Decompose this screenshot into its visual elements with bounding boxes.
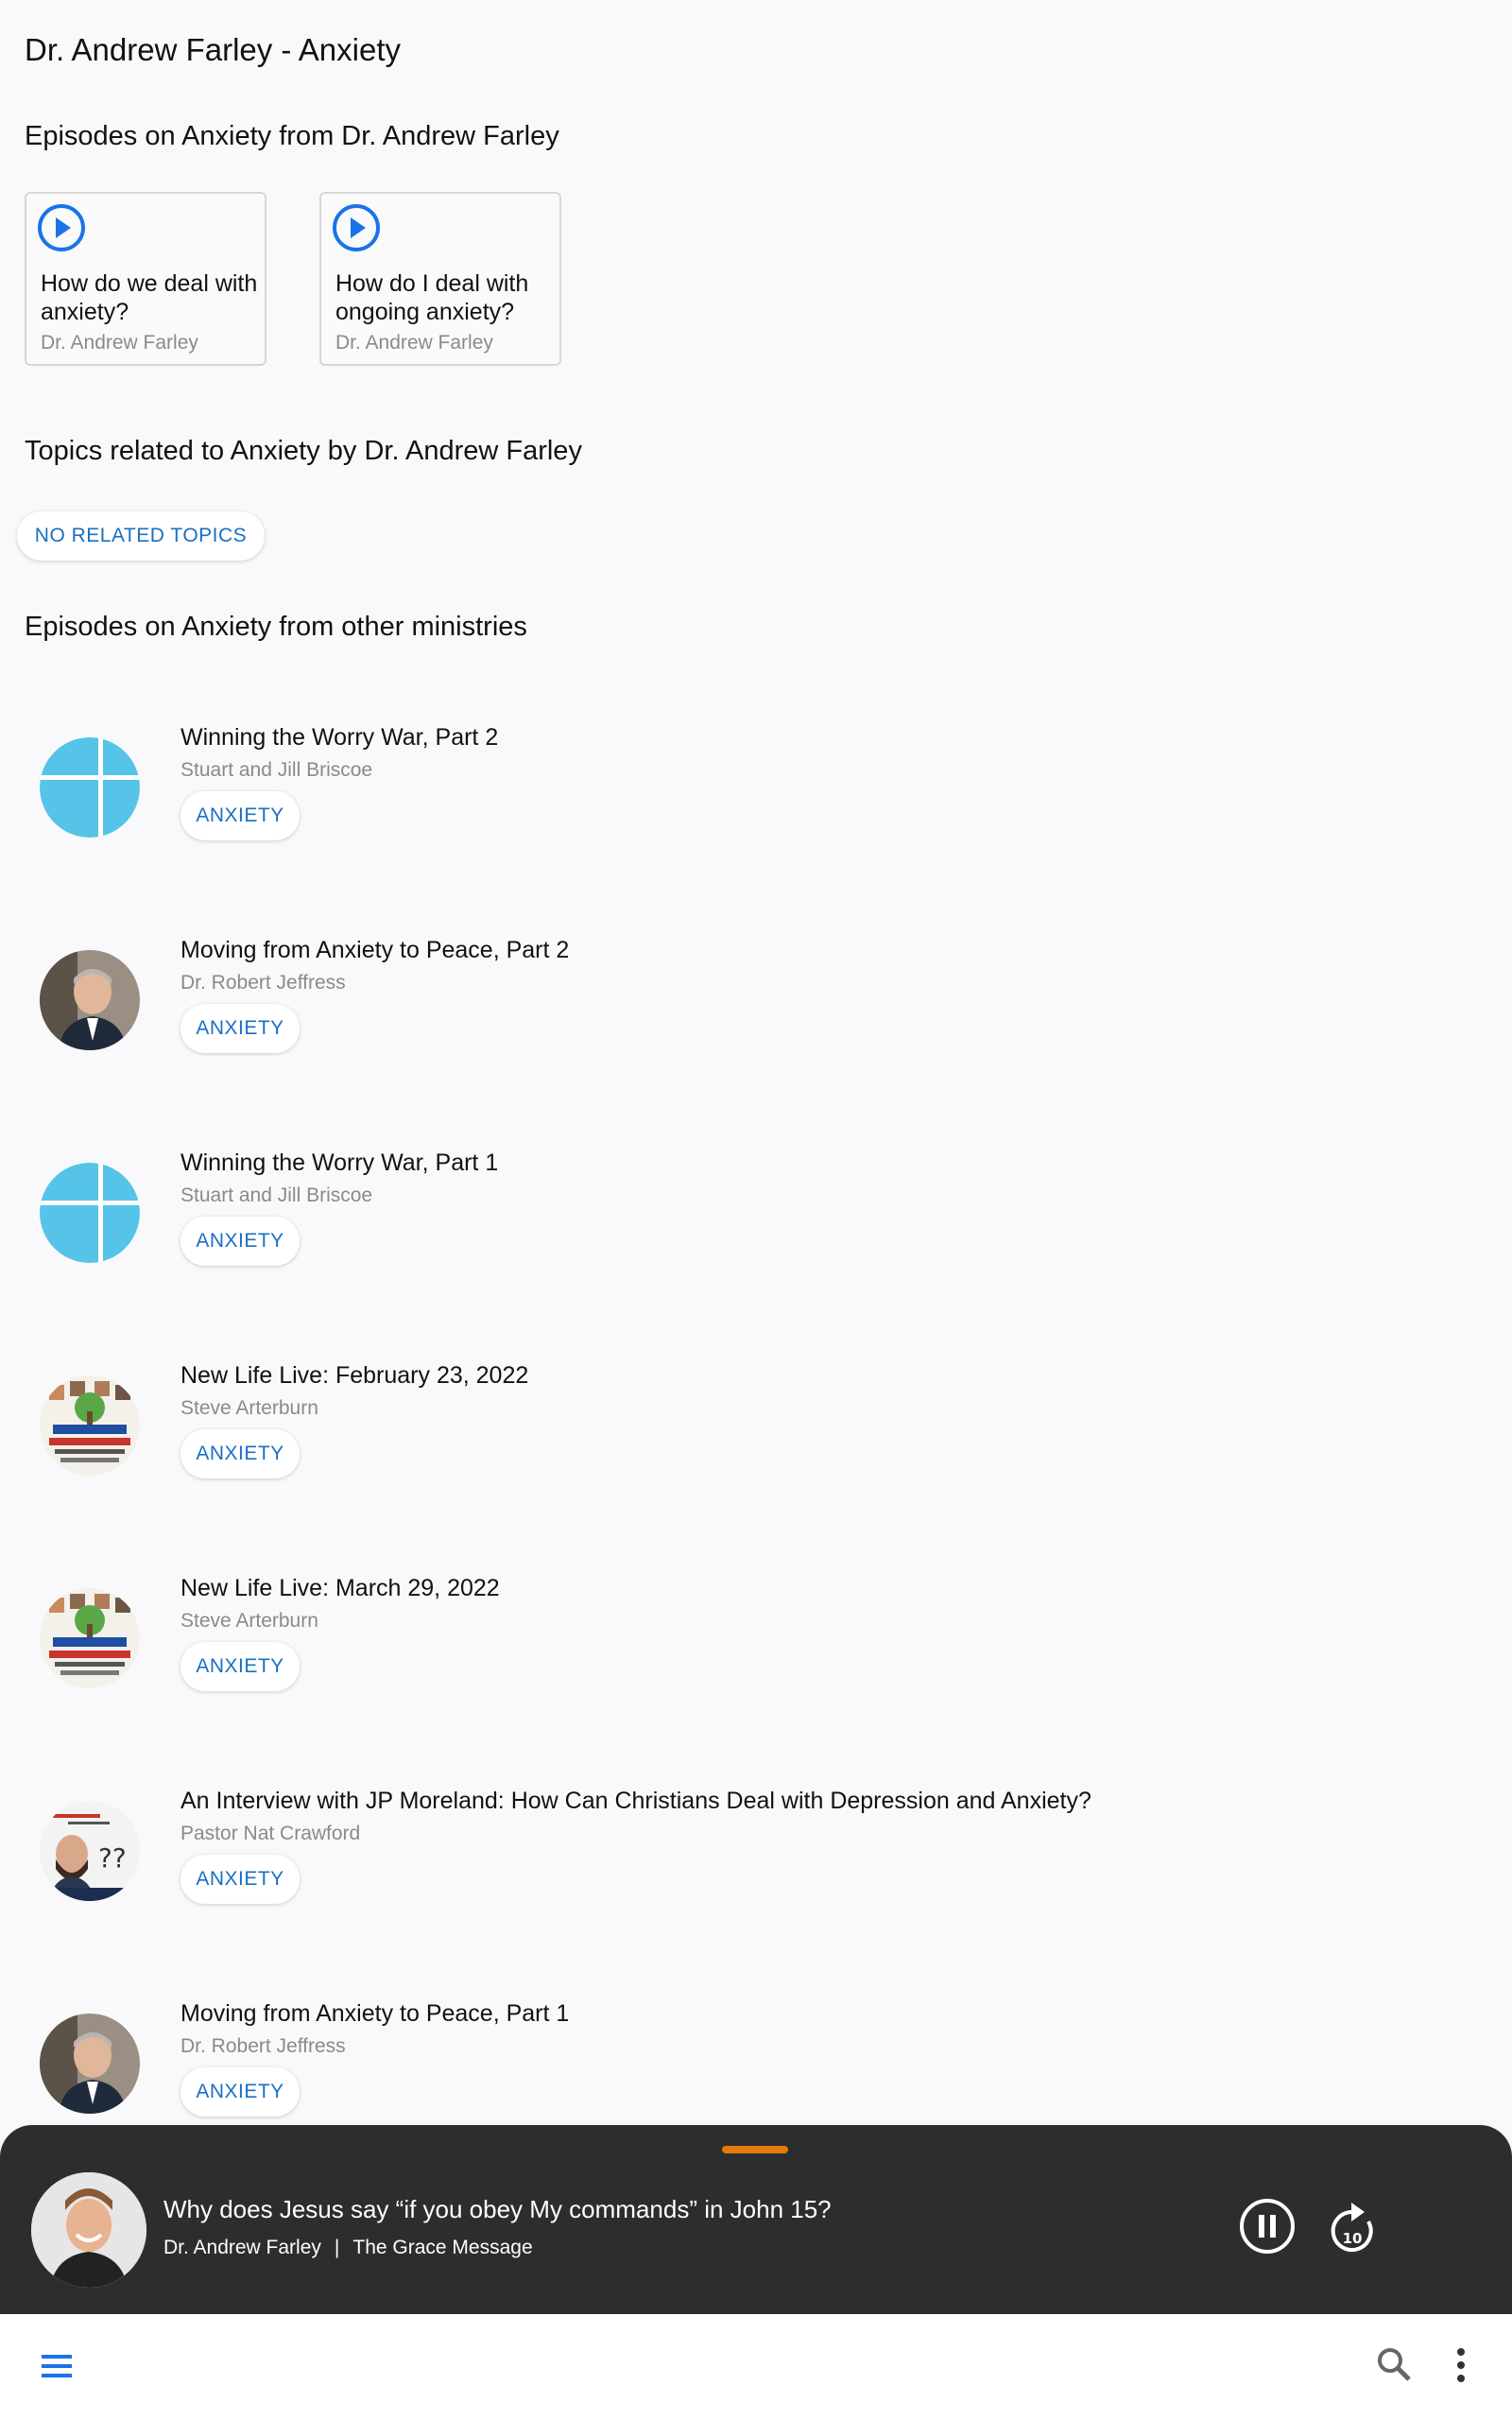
- episode-title: New Life Live: March 29, 2022: [180, 1575, 500, 1601]
- episode-author: Pastor Nat Crawford: [180, 1823, 361, 1844]
- episode-title: Winning the Worry War, Part 2: [180, 724, 499, 751]
- hard-questions-logo-icon: ??: [40, 1801, 140, 1901]
- ministry-thumbnail: [40, 737, 140, 838]
- episode-author: Stuart and Jill Briscoe: [180, 1184, 373, 1206]
- episode-card-title: How do we deal with anxiety?: [41, 270, 258, 325]
- list-item[interactable]: Winning the Worry War, Part 1 Stuart and…: [0, 1132, 1512, 1345]
- more-options-icon[interactable]: [1452, 2346, 1470, 2384]
- episode-card-author: Dr. Andrew Farley: [335, 332, 493, 354]
- speaker-portrait-icon: [31, 2172, 146, 2288]
- anxiety-tag-chip[interactable]: ANXIETY: [180, 1217, 300, 1266]
- skip-forward-10-button[interactable]: 10: [1325, 2195, 1380, 2257]
- play-circle-icon[interactable]: [37, 203, 86, 252]
- cross-logo-icon: [40, 1163, 140, 1263]
- list-item[interactable]: New Life Live: February 23, 2022 Steve A…: [0, 1345, 1512, 1558]
- episode-card-title: How do I deal with ongoing anxiety?: [335, 270, 529, 325]
- list-item[interactable]: Moving from Anxiety to Peace, Part 2 Dr.…: [0, 920, 1512, 1132]
- anxiety-tag-chip[interactable]: ANXIETY: [180, 1855, 300, 1904]
- speaker-portrait-icon: [40, 2014, 140, 2114]
- section-heading-other-ministries: Episodes on Anxiety from other ministrie…: [25, 612, 527, 642]
- newlife-logo-icon: [40, 1588, 140, 1688]
- anxiety-tag-chip[interactable]: ANXIETY: [180, 2067, 300, 2117]
- episode-author: Dr. Robert Jeffress: [180, 972, 346, 994]
- play-circle-icon[interactable]: [332, 203, 381, 252]
- anxiety-tag-chip[interactable]: ANXIETY: [180, 1004, 300, 1053]
- now-playing-artwork: [31, 2172, 146, 2288]
- episode-author: Steve Arterburn: [180, 1397, 318, 1419]
- ministry-thumbnail: ??: [40, 1801, 140, 1901]
- section-heading-speaker-episodes: Episodes on Anxiety from Dr. Andrew Farl…: [25, 121, 559, 151]
- now-playing-author: Dr. Andrew Farley: [163, 2237, 321, 2258]
- list-item[interactable]: ?? An Interview with JP Moreland: How Ca…: [0, 1771, 1512, 1983]
- player-drag-handle[interactable]: [722, 2146, 788, 2153]
- menu-icon[interactable]: [42, 2352, 76, 2380]
- anxiety-tag-chip[interactable]: ANXIETY: [180, 1642, 300, 1691]
- now-playing-title: Why does Jesus say “if you obey My comma…: [163, 2195, 832, 2223]
- episode-title: Moving from Anxiety to Peace, Part 1: [180, 2000, 570, 2027]
- pause-button[interactable]: [1238, 2197, 1297, 2256]
- speaker-portrait-icon: [40, 950, 140, 1050]
- search-icon[interactable]: [1376, 2346, 1412, 2382]
- cross-logo-icon: [40, 737, 140, 838]
- list-item[interactable]: New Life Live: March 29, 2022 Steve Arte…: [0, 1558, 1512, 1771]
- section-heading-related-topics: Topics related to Anxiety by Dr. Andrew …: [25, 436, 582, 466]
- ministry-thumbnail: [40, 2014, 140, 2114]
- episode-author: Steve Arterburn: [180, 1610, 318, 1632]
- skip-seconds-label: 10: [1343, 2230, 1363, 2247]
- anxiety-tag-chip[interactable]: ANXIETY: [180, 1429, 300, 1478]
- episode-author: Stuart and Jill Briscoe: [180, 759, 373, 781]
- episode-card-author: Dr. Andrew Farley: [41, 332, 198, 354]
- ministry-thumbnail: [40, 950, 140, 1050]
- page-title: Dr. Andrew Farley - Anxiety: [25, 32, 401, 67]
- subtitle-separator: |: [334, 2237, 340, 2258]
- list-item[interactable]: Winning the Worry War, Part 2 Stuart and…: [0, 707, 1512, 920]
- ministry-thumbnail: [40, 1375, 140, 1476]
- ministry-thumbnail: [40, 1163, 140, 1263]
- now-playing-subtitle: Dr. Andrew Farley | The Grace Message: [163, 2237, 533, 2259]
- episode-card[interactable]: How do we deal with anxiety? Dr. Andrew …: [25, 192, 266, 366]
- bottom-app-bar: [0, 2314, 1512, 2420]
- episode-card[interactable]: How do I deal with ongoing anxiety? Dr. …: [319, 192, 561, 366]
- mini-player[interactable]: Why does Jesus say “if you obey My comma…: [0, 2125, 1512, 2314]
- episode-title: Winning the Worry War, Part 1: [180, 1150, 499, 1176]
- now-playing-program: The Grace Message: [352, 2237, 533, 2258]
- anxiety-tag-chip[interactable]: ANXIETY: [180, 791, 300, 840]
- episode-title: Moving from Anxiety to Peace, Part 2: [180, 937, 570, 963]
- no-related-topics-chip[interactable]: NO RELATED TOPICS: [17, 511, 265, 561]
- newlife-logo-icon: [40, 1375, 140, 1476]
- episode-title: New Life Live: February 23, 2022: [180, 1362, 529, 1389]
- episode-title: An Interview with JP Moreland: How Can C…: [180, 1788, 1091, 1814]
- ministry-thumbnail: [40, 1588, 140, 1688]
- episode-author: Dr. Robert Jeffress: [180, 2035, 346, 2057]
- svg-text:??: ??: [98, 1842, 127, 1874]
